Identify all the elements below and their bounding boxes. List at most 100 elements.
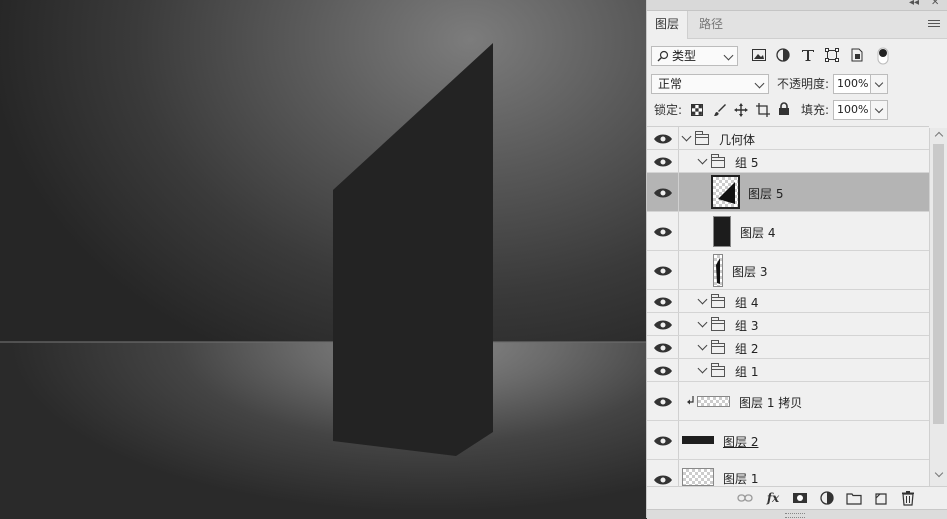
divider [678, 127, 679, 149]
delete-layer-icon[interactable] [900, 490, 916, 506]
opacity-input[interactable]: 100% [833, 74, 871, 94]
expand-chevron-icon[interactable] [697, 154, 708, 165]
lock-all-icon[interactable] [778, 102, 790, 116]
add-mask-icon[interactable] [792, 490, 808, 506]
layer-row-group-1[interactable]: 组 1 [647, 359, 929, 382]
lock-artboard-icon[interactable] [756, 103, 770, 117]
fill-slider-button[interactable] [871, 100, 888, 120]
layer-thumbnail [713, 216, 731, 247]
folder-icon [711, 340, 725, 354]
fill-label: 填充: [801, 103, 830, 117]
collapse-panel-icon[interactable]: ◂◂ [909, 0, 919, 8]
visibility-eye-icon[interactable] [653, 395, 673, 409]
expand-chevron-icon[interactable] [681, 131, 692, 142]
layer-name: 组 2 [735, 342, 759, 356]
layer-row-group-4[interactable]: 组 4 [647, 290, 929, 313]
visibility-eye-icon[interactable] [653, 295, 673, 309]
link-layers-icon[interactable] [737, 490, 753, 506]
layer-name: 图层 5 [748, 187, 784, 201]
layers-scrollbar[interactable] [929, 128, 947, 486]
layer-row-group-2[interactable]: 组 2 [647, 336, 929, 359]
layer-row-layer-1[interactable]: 图层 1 [647, 460, 929, 487]
visibility-eye-icon[interactable] [653, 132, 673, 146]
layer-row-group-geometry[interactable]: 几何体 [647, 127, 929, 150]
filter-kind-dropdown[interactable]: 类型 [651, 46, 738, 66]
visibility-eye-icon[interactable] [653, 264, 673, 278]
layer-row-layer-3[interactable]: 图层 3 [647, 251, 929, 290]
layer-row-layer-1-copy[interactable]: 图层 1 拷贝 [647, 382, 929, 421]
layer-thumbnail [682, 468, 714, 486]
layer-thumbnail [713, 254, 723, 287]
visibility-eye-icon[interactable] [653, 364, 673, 378]
chevron-down-icon [723, 50, 734, 61]
opacity-slider-button[interactable] [871, 74, 888, 94]
expand-chevron-icon[interactable] [697, 363, 708, 374]
layer-row-group-3[interactable]: 组 3 [647, 313, 929, 336]
layer-name: 几何体 [719, 133, 756, 147]
smart-object-filter-icon[interactable] [850, 48, 864, 62]
visibility-eye-icon[interactable] [653, 318, 673, 332]
folder-icon [711, 154, 725, 168]
visibility-eye-icon[interactable] [653, 155, 673, 169]
divider [678, 460, 679, 487]
lock-position-move-icon[interactable] [734, 103, 748, 117]
divider [678, 251, 679, 289]
layer-name: 组 3 [735, 319, 759, 333]
lock-transparency-icon[interactable] [691, 104, 703, 116]
visibility-eye-icon[interactable] [653, 341, 673, 355]
visibility-eye-icon[interactable] [653, 473, 673, 487]
layer-row-layer-4[interactable]: 图层 4 [647, 212, 929, 251]
lock-label: 锁定: [654, 103, 683, 117]
panel-menu-icon[interactable] [928, 18, 940, 28]
layer-thumbnail-shape [718, 182, 735, 204]
layer-thumbnail [711, 175, 740, 209]
folder-icon [711, 294, 725, 308]
visibility-eye-icon[interactable] [653, 434, 673, 448]
layer-thumbnail [697, 396, 730, 407]
layers-list[interactable]: 几何体 组 5 图层 5 图层 4 图层 3 组 4 组 3 组 2 组 1 图… [647, 126, 929, 487]
expand-chevron-icon[interactable] [697, 317, 708, 328]
lock-row: 锁定: 填充: 100% [647, 98, 947, 125]
layer-row-group-5[interactable]: 组 5 [647, 150, 929, 173]
search-icon [657, 50, 669, 62]
fill-input[interactable]: 100% [833, 100, 871, 120]
layer-row-layer-2[interactable]: 图层 2 [647, 421, 929, 460]
visibility-eye-icon[interactable] [653, 186, 673, 200]
opacity-label: 不透明度: [777, 77, 830, 91]
divider [678, 313, 679, 335]
scroll-thumb[interactable] [933, 144, 944, 424]
filter-row: 类型 [647, 44, 947, 71]
layer-name: 组 1 [735, 365, 759, 379]
divider [678, 421, 679, 459]
layer-row-layer-5[interactable]: 图层 5 [647, 173, 929, 212]
new-layer-icon[interactable] [873, 490, 889, 506]
type-filter-icon[interactable] [801, 48, 815, 62]
new-group-icon[interactable] [846, 490, 862, 506]
adjustment-filter-icon[interactable] [776, 48, 790, 62]
folder-icon [695, 131, 709, 145]
scroll-up-arrow-icon[interactable] [934, 131, 944, 141]
tab-paths[interactable]: 路径 [691, 11, 731, 38]
adjustment-layer-icon[interactable] [819, 490, 835, 506]
expand-chevron-icon[interactable] [697, 294, 708, 305]
fx-icon[interactable]: fx [765, 490, 781, 506]
layer-name: 图层 1 拷贝 [739, 396, 803, 410]
layer-name: 图层 2 [723, 435, 759, 449]
geometric-prism-shape [333, 43, 493, 456]
lock-pixels-brush-icon[interactable] [713, 103, 727, 117]
blend-row: 正常 不透明度: 100% [647, 71, 947, 98]
scroll-down-arrow-icon[interactable] [934, 468, 944, 478]
folder-icon [711, 363, 725, 377]
divider [678, 173, 679, 211]
expand-chevron-icon[interactable] [697, 340, 708, 351]
document-canvas[interactable] [0, 0, 646, 518]
clipping-mask-arrow-icon [687, 396, 694, 405]
close-panel-icon[interactable]: ✕ [931, 0, 939, 8]
chevron-down-icon [874, 78, 884, 88]
visibility-eye-icon[interactable] [653, 225, 673, 239]
shape-filter-icon[interactable] [825, 48, 839, 62]
tab-layers[interactable]: 图层 [647, 11, 689, 39]
blend-mode-dropdown[interactable]: 正常 [651, 74, 769, 94]
filter-toggle-icon[interactable] [877, 47, 889, 65]
image-filter-icon[interactable] [752, 49, 766, 61]
